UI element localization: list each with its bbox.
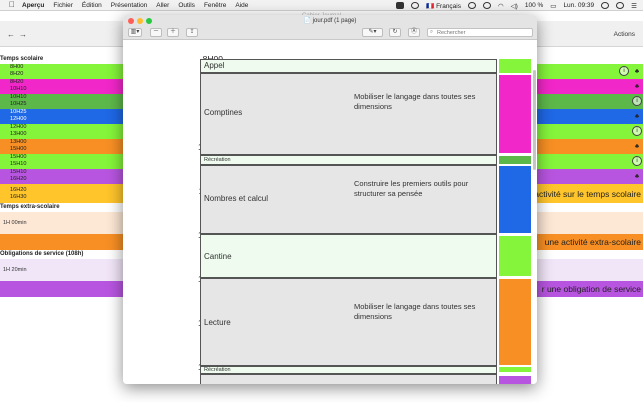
menu-outils[interactable]: Outils (178, 2, 195, 9)
activity-color-bar (499, 236, 531, 276)
people-icon[interactable]: ♣ (632, 142, 642, 151)
row-time: 8H20 10H10 (10, 79, 27, 92)
section-obligations: Obligations de service (108h) (0, 251, 84, 257)
share-button[interactable]: ⇪ (186, 28, 198, 37)
menu-presentation[interactable]: Présentation (111, 2, 148, 9)
row-time: 13H00 15H00 (10, 139, 27, 152)
search-input[interactable] (437, 29, 533, 36)
info-icon[interactable]: i (632, 126, 642, 136)
back-forward-arrows-icon[interactable]: ←→ (7, 30, 31, 39)
menu-fenetre[interactable]: Fenêtre (204, 2, 226, 9)
vertical-scrollbar[interactable] (533, 70, 536, 170)
activity-label: Appel (204, 61, 225, 70)
activity-label: Lecture (204, 318, 231, 327)
activity-label: Cantine (204, 252, 232, 261)
menu-aller[interactable]: Aller (156, 2, 169, 9)
menu-app[interactable]: Aperçu (22, 2, 44, 9)
activity-block-recreation: Récréation (200, 366, 497, 374)
section-temps-scolaire: Temps scolaire (0, 56, 44, 62)
people-icon[interactable]: ♣ (632, 67, 642, 76)
activity-label: Récréation (204, 157, 231, 163)
preview-titlebar: 📄 jour.pdf (1 page) ▥▾ － ＋ ⇪ ✎▾ ↻ Ⓐ ⌕ (123, 15, 537, 40)
activity-objective: Mobiliser le langage dans toutes ses dim… (354, 92, 476, 111)
annotate-button[interactable]: Ⓐ (408, 28, 420, 37)
add-school-activity-link[interactable]: activité sur le temps scolaire (534, 189, 641, 199)
pdf-page[interactable]: 8H00 9H00 10H00 11H00 12H00 13H00 14H00 … (123, 40, 537, 384)
search-icon: ⌕ (430, 29, 434, 35)
info-icon[interactable]: i (619, 66, 629, 76)
menu-bar:  Aperçu Fichier Édition Présentation Al… (0, 0, 643, 11)
time-machine-icon[interactable] (468, 2, 476, 9)
activity-block-comptines: Comptines Mobiliser le langage dans tout… (200, 73, 497, 155)
volume-icon[interactable]: ◁) (511, 2, 518, 10)
bluetooth-icon[interactable] (483, 2, 491, 9)
activity-block-cantine: Cantine (200, 234, 497, 278)
activity-block-lecture: Lecture Mobiliser le langage dans toutes… (200, 278, 497, 366)
activity-color-bar (499, 376, 531, 384)
rotate-button[interactable]: ↻ (389, 28, 401, 37)
activity-objective: Mobiliser le langage dans toutes ses dim… (354, 302, 476, 321)
window-title-text: jour.pdf (1 page) (312, 18, 357, 24)
spotlight-icon[interactable] (601, 2, 610, 9)
activity-label: Comptines (204, 108, 243, 117)
language-menu[interactable]: 🇫🇷 Français (426, 2, 461, 10)
sidebar-toggle-button[interactable]: ▥▾ (128, 28, 142, 37)
activity-label: Récréation (204, 367, 231, 373)
clock[interactable]: Lun. 09:39 (563, 2, 594, 9)
zoom-in-button[interactable]: ＋ (167, 28, 179, 37)
menu-edition[interactable]: Édition (82, 2, 102, 9)
people-icon[interactable]: ♣ (632, 172, 642, 181)
extra-duration: 1H 00min (3, 220, 27, 226)
people-icon[interactable]: ♣ (632, 112, 642, 121)
preview-window: 📄 jour.pdf (1 page) ▥▾ － ＋ ⇪ ✎▾ ↻ Ⓐ ⌕ 8H… (123, 15, 537, 384)
search-field[interactable]: ⌕ (427, 28, 533, 37)
activity-color-bar (499, 59, 531, 73)
window-title: 📄 jour.pdf (1 page) (303, 18, 357, 24)
activity-color-bar (499, 279, 531, 365)
row-time: 10H10 10H25 (10, 94, 27, 107)
language-label: Français (436, 2, 461, 10)
activity-label: Nombres et calcul (204, 194, 269, 203)
section-extra-scolaire: Temps extra-scolaire (0, 204, 60, 210)
activity-color-bar (499, 75, 531, 153)
markup-pen-button[interactable]: ✎▾ (362, 28, 383, 37)
accessibility-icon[interactable] (411, 2, 420, 9)
activity-objective: Construire les premiers outils pour stru… (354, 179, 469, 198)
notification-center-icon[interactable]: ☰ (631, 2, 637, 10)
menu-fichier[interactable]: Fichier (53, 2, 73, 9)
info-icon[interactable]: i (632, 96, 642, 106)
actions-button[interactable]: Actions (614, 31, 635, 38)
row-time: 12H00 13H00 (10, 124, 27, 137)
row-time: 15H10 16H20 (10, 169, 27, 182)
row-time: 8H00 8H20 (10, 64, 24, 77)
obligations-duration: 1H 20min (3, 267, 27, 273)
menu-aide[interactable]: Aide (235, 2, 248, 9)
row-time: 10H25 12H00 (10, 109, 27, 122)
row-time: 15H00 15H10 (10, 154, 27, 167)
zoom-out-button[interactable]: － (150, 28, 162, 37)
add-extra-activity-link[interactable]: une activité extra-scolaire (545, 237, 641, 247)
activity-block-appel: Appel (200, 59, 497, 73)
battery-label[interactable]: 100 % (525, 2, 543, 9)
battery-icon[interactable]: ▭ (550, 2, 556, 10)
info-icon[interactable]: i (632, 156, 642, 166)
wifi-icon[interactable]: ◠ (498, 2, 504, 10)
people-icon[interactable]: ♣ (632, 82, 642, 91)
activity-block-recreation: Récréation (200, 155, 497, 165)
apple-menu-icon[interactable]:  (9, 1, 15, 9)
activity-block-nombres: Nombres et calcul Construire les premier… (200, 165, 497, 234)
dropbox-icon[interactable] (396, 2, 405, 9)
activity-color-bar (499, 367, 531, 372)
status-area: 🇫🇷 Français ◠ ◁) 100 % ▭ Lun. 09:39 ☰ (396, 0, 637, 11)
activity-color-bar (499, 156, 531, 164)
add-obligation-link[interactable]: r une obligation de service (542, 284, 641, 294)
activity-block-next (200, 374, 497, 384)
row-time: 16H20 16H30 (10, 187, 27, 200)
siri-icon[interactable] (616, 2, 625, 9)
activity-color-bar (499, 166, 531, 233)
